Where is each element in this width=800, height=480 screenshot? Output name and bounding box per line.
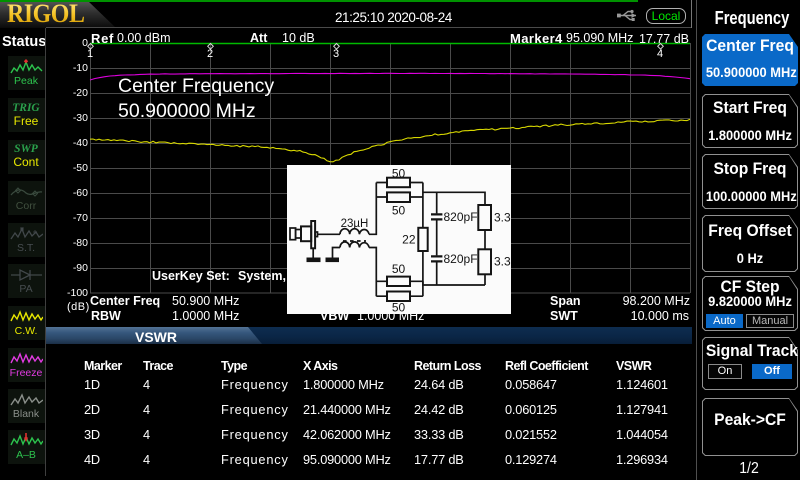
svg-text:50: 50 [392, 204, 406, 218]
svg-text:50: 50 [392, 167, 406, 181]
svg-text:23µH: 23µH [341, 218, 369, 230]
svg-text:3.3: 3.3 [494, 211, 511, 225]
svg-text:3.3: 3.3 [494, 255, 511, 269]
svg-text:22: 22 [402, 233, 416, 247]
svg-text:820pF: 820pF [444, 252, 478, 266]
svg-text:50: 50 [392, 301, 406, 315]
svg-text:50: 50 [392, 262, 406, 276]
svg-text:820pF: 820pF [444, 210, 478, 224]
